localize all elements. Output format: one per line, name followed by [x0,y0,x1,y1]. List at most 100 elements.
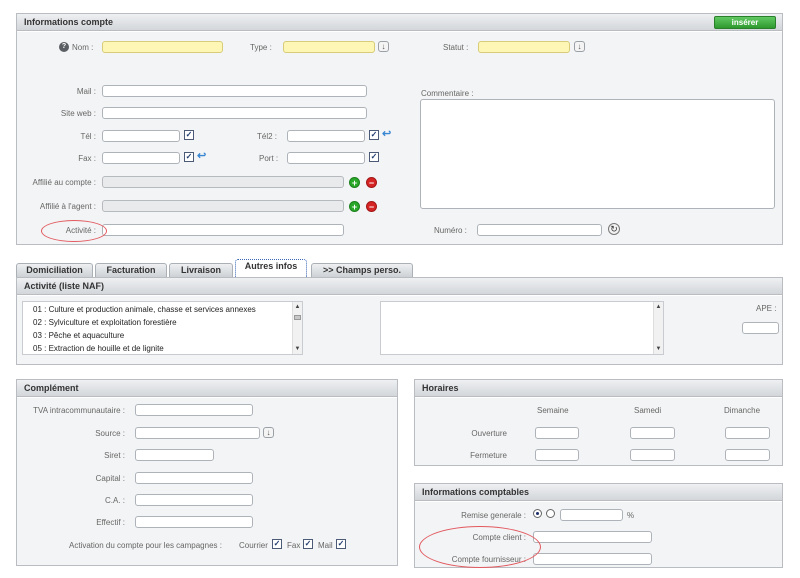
port-checkbox[interactable]: ✓ [369,152,379,162]
remise-radio-1[interactable] [533,509,542,518]
remove-affilie-compte-icon[interactable]: − [366,177,377,188]
scroll-down-icon[interactable]: ▼ [293,345,302,353]
tel-input[interactable] [102,130,180,142]
fermeture-semaine-input[interactable] [535,449,579,461]
commentaire-textarea[interactable] [420,99,775,209]
informations-compte-header: Informations compte insérer [17,14,782,31]
compte-fournisseur-input[interactable] [533,553,652,565]
tel2-checkbox[interactable]: ✓ [369,130,379,140]
list-item[interactable]: 01 : Culture et production animale, chas… [33,305,256,314]
affilie-compte-input[interactable] [102,176,344,188]
informations-comptables-header: Informations comptables [415,484,782,501]
siret-label: Siret : [104,451,125,460]
statut-select[interactable] [478,41,570,53]
ouverture-label: Ouverture [471,429,507,438]
source-label: Source : [95,429,125,438]
fax-copy-arrow-icon[interactable]: ↩ [197,151,206,162]
remove-affilie-agent-icon[interactable]: − [366,201,377,212]
list-item[interactable]: 05 : Extraction de houille et de lignite [33,344,164,353]
site-web-label: Site web : [60,109,96,118]
fax-input[interactable] [102,152,180,164]
activite-highlight-oval [41,220,107,242]
col-samedi-label: Samedi [634,406,662,415]
complement-title: Complément [24,383,79,393]
ouverture-dimanche-input[interactable] [725,427,770,439]
compte-client-input[interactable] [533,531,652,543]
numero-refresh-icon[interactable]: ↻ [608,223,620,235]
tab-livraison[interactable]: Livraison [169,263,233,277]
subactivity-scrollbar[interactable]: ▲ ▼ [653,302,663,354]
ape-input[interactable] [742,322,779,334]
remise-input[interactable] [560,509,623,521]
list-item[interactable]: 03 : Pêche et aquaculture [33,331,124,340]
ouverture-semaine-input[interactable] [535,427,579,439]
help-icon[interactable]: ? [59,42,69,52]
scroll-thumb[interactable] [294,315,301,320]
fax-campaign-checkbox[interactable]: ✓ [303,539,313,549]
tab-champs-perso[interactable]: >> Champs perso. [311,263,413,277]
fax-label: Fax : [78,154,96,163]
tab-autres-infos[interactable]: Autres infos [235,259,307,277]
tel-checkbox[interactable]: ✓ [184,130,194,140]
port-input[interactable] [287,152,365,164]
ouverture-samedi-input[interactable] [630,427,675,439]
mail-label: Mail : [76,87,96,96]
list-item[interactable]: 02 : Sylviculture et exploitation forest… [33,318,177,327]
courrier-checkbox[interactable]: ✓ [272,539,282,549]
statut-dropdown-icon[interactable]: ↓ [574,41,585,52]
remise-label: Remise generale : [461,511,526,520]
col-dimanche-label: Dimanche [724,406,761,415]
tel2-input[interactable] [287,130,365,142]
source-select[interactable] [135,427,260,439]
fax-campaign-label: Fax [287,541,301,550]
site-web-input[interactable] [102,107,367,119]
mail-input[interactable] [102,85,367,97]
tva-input[interactable] [135,404,253,416]
scroll-down-icon[interactable]: ▼ [654,345,663,353]
ca-label: C.A. : [104,496,125,505]
activite-input[interactable] [102,224,344,236]
fax-checkbox[interactable]: ✓ [184,152,194,162]
tab-domiciliation[interactable]: Domiciliation [16,263,93,277]
port-label: Port : [259,154,279,163]
type-select[interactable] [283,41,375,53]
activite-naf-header: Activité (liste NAF) [17,278,782,295]
effectif-input[interactable] [135,516,253,528]
nom-label: Nom : [72,43,94,52]
scroll-up-icon[interactable]: ▲ [293,303,302,311]
scroll-up-icon[interactable]: ▲ [654,303,663,311]
courrier-label: Courrier [239,541,268,550]
type-dropdown-icon[interactable]: ↓ [378,41,389,52]
percent-label: % [627,511,635,520]
informations-comptables-title: Informations comptables [422,487,530,497]
mail-campaign-checkbox[interactable]: ✓ [336,539,346,549]
naf-list-scrollbar[interactable]: ▲ ▼ [292,302,302,354]
add-affilie-compte-icon[interactable]: + [349,177,360,188]
remise-radio-2[interactable] [546,509,555,518]
add-affilie-agent-icon[interactable]: + [349,201,360,212]
comptes-highlight-oval [419,526,541,568]
affilie-agent-label: Affilié à l'agent : [39,202,96,211]
inserer-button[interactable]: insérer [714,16,776,29]
siret-input[interactable] [135,449,214,461]
capital-input[interactable] [135,472,253,484]
tel2-copy-arrow-icon[interactable]: ↩ [382,129,391,140]
naf-activity-list[interactable]: 01 : Culture et production animale, chas… [22,301,303,355]
type-label: Type : [250,43,272,52]
naf-subactivity-list[interactable]: ▲ ▼ [380,301,664,355]
col-semaine-label: Semaine [537,406,569,415]
tab-facturation[interactable]: Facturation [95,263,167,277]
nom-input[interactable] [102,41,223,53]
numero-input[interactable] [477,224,602,236]
horaires-header: Horaires [415,380,782,397]
affilie-agent-input[interactable] [102,200,344,212]
fermeture-samedi-input[interactable] [630,449,675,461]
statut-label: Statut : [443,43,469,52]
ca-input[interactable] [135,494,253,506]
horaires-title: Horaires [422,383,459,393]
tva-label: TVA intracommunautaire : [33,406,125,415]
informations-compte-title: Informations compte [24,17,114,27]
fermeture-dimanche-input[interactable] [725,449,770,461]
source-dropdown-icon[interactable]: ↓ [263,427,274,438]
mail-campaign-label: Mail [318,541,333,550]
